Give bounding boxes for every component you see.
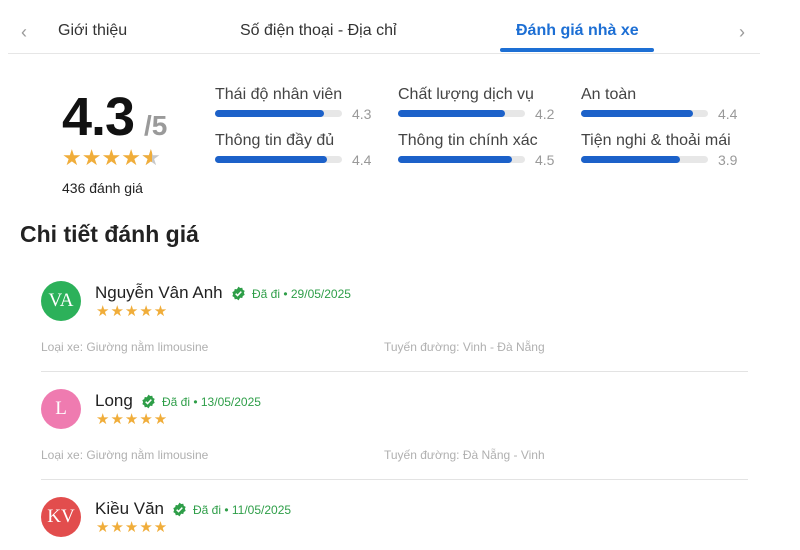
metric-bar-fill <box>398 156 513 163</box>
vehicle-type: Loại xe: Giường nằm limousine <box>41 340 209 354</box>
star-icon: ★ <box>81 145 102 170</box>
reviewer-name: Long <box>95 391 133 410</box>
metric-service-quality: Chất lượng dịch vụ 4.2 <box>398 86 558 122</box>
review-star-rating: ★★★★★ <box>96 303 169 320</box>
verified-check-icon <box>142 394 155 409</box>
metric-bar <box>215 156 342 163</box>
verified-trip-text: Đã đi • 11/05/2025 <box>193 502 292 517</box>
review-star-rating: ★★★★★ <box>96 411 169 428</box>
metric-label: Thông tin chính xác <box>398 132 538 149</box>
metric-bar <box>215 110 342 117</box>
active-tab-indicator <box>500 48 654 52</box>
review-item: L Long Đã đi • 13/05/2025 ★★★★★ Loại xe:… <box>41 389 748 480</box>
metric-value: 4.2 <box>535 106 555 122</box>
metric-value: 4.4 <box>352 152 372 168</box>
chevron-left-icon[interactable]: ‹ <box>14 22 34 42</box>
verified-trip: Đã đi • 29/05/2025 <box>231 286 351 301</box>
tab-bar: ‹ Giới thiệu Số điện thoại - Địa chỉ Đán… <box>8 12 760 54</box>
overall-star-rating: ★★★★★ <box>62 145 161 171</box>
verified-trip-text: Đã đi • 29/05/2025 <box>252 286 351 301</box>
reviewer-name: Kiều Văn <box>95 499 164 518</box>
overall-score: 4.3 <box>62 87 135 147</box>
review-item: KV Kiều Văn Đã đi • 11/05/2025 ★★★★★ <box>41 497 748 547</box>
chevron-right-icon[interactable]: › <box>732 22 752 42</box>
metric-staff-attitude: Thái độ nhân viên 4.3 <box>215 86 375 122</box>
score-max: /5 <box>144 110 168 141</box>
metric-bar-fill <box>581 110 693 117</box>
metric-bar <box>581 156 708 163</box>
verified-trip-text: Đã đi • 13/05/2025 <box>162 394 261 409</box>
metric-bar <box>398 110 525 117</box>
metric-complete-info: Thông tin đầy đủ 4.4 <box>215 132 375 168</box>
avatar: KV <box>41 497 81 537</box>
metric-label: Tiện nghi & thoải mái <box>581 132 731 149</box>
verified-check-icon <box>232 286 245 301</box>
half-star-icon: ★ <box>141 145 161 171</box>
route: Tuyến đường: Vinh - Đà Nẵng <box>384 340 545 354</box>
metric-safety: An toàn 4.4 <box>581 86 741 122</box>
metric-bar-fill <box>215 156 327 163</box>
verified-check-icon <box>173 502 186 517</box>
metric-bar-fill <box>581 156 681 163</box>
review-star-rating: ★★★★★ <box>96 519 169 536</box>
metric-bar <box>398 156 525 163</box>
metric-bar-fill <box>215 110 325 117</box>
metric-value: 3.9 <box>718 152 738 168</box>
tab-phone-address[interactable]: Số điện thoại - Địa chỉ <box>240 22 397 40</box>
review-item: VA Nguyễn Vân Anh Đã đi • 29/05/2025 ★★★… <box>41 281 748 372</box>
metric-label: Thái độ nhân viên <box>215 86 343 103</box>
reviewer-name: Nguyễn Vân Anh <box>95 283 223 302</box>
star-icon: ★ <box>62 145 82 170</box>
metric-value: 4.5 <box>535 152 555 168</box>
metric-comfort: Tiện nghi & thoải mái 3.9 <box>581 132 741 168</box>
avatar: L <box>41 389 81 429</box>
star-icon: ★ <box>121 145 141 170</box>
vehicle-type: Loại xe: Giường nằm limousine <box>41 448 209 462</box>
metric-value: 4.4 <box>718 106 738 122</box>
tab-reviews[interactable]: Đánh giá nhà xe <box>516 22 639 40</box>
section-title: Chi tiết đánh giá <box>20 221 199 247</box>
route: Tuyến đường: Đà Nẵng - Vinh <box>384 448 545 462</box>
metric-label: An toàn <box>581 86 637 103</box>
metric-accurate-info: Thông tin chính xác 4.5 <box>398 132 558 168</box>
review-count: 436 đánh giá <box>62 180 143 196</box>
tab-introduction[interactable]: Giới thiệu <box>58 22 127 40</box>
verified-trip: Đã đi • 13/05/2025 <box>141 394 261 409</box>
metric-label: Thông tin đầy đủ <box>215 132 335 149</box>
avatar: VA <box>41 281 81 321</box>
metric-bar-fill <box>398 110 505 117</box>
metric-value: 4.3 <box>352 106 372 122</box>
metric-label: Chất lượng dịch vụ <box>398 86 534 103</box>
star-icon: ★ <box>101 145 122 170</box>
verified-trip: Đã đi • 11/05/2025 <box>172 502 291 517</box>
metric-bar <box>581 110 708 117</box>
